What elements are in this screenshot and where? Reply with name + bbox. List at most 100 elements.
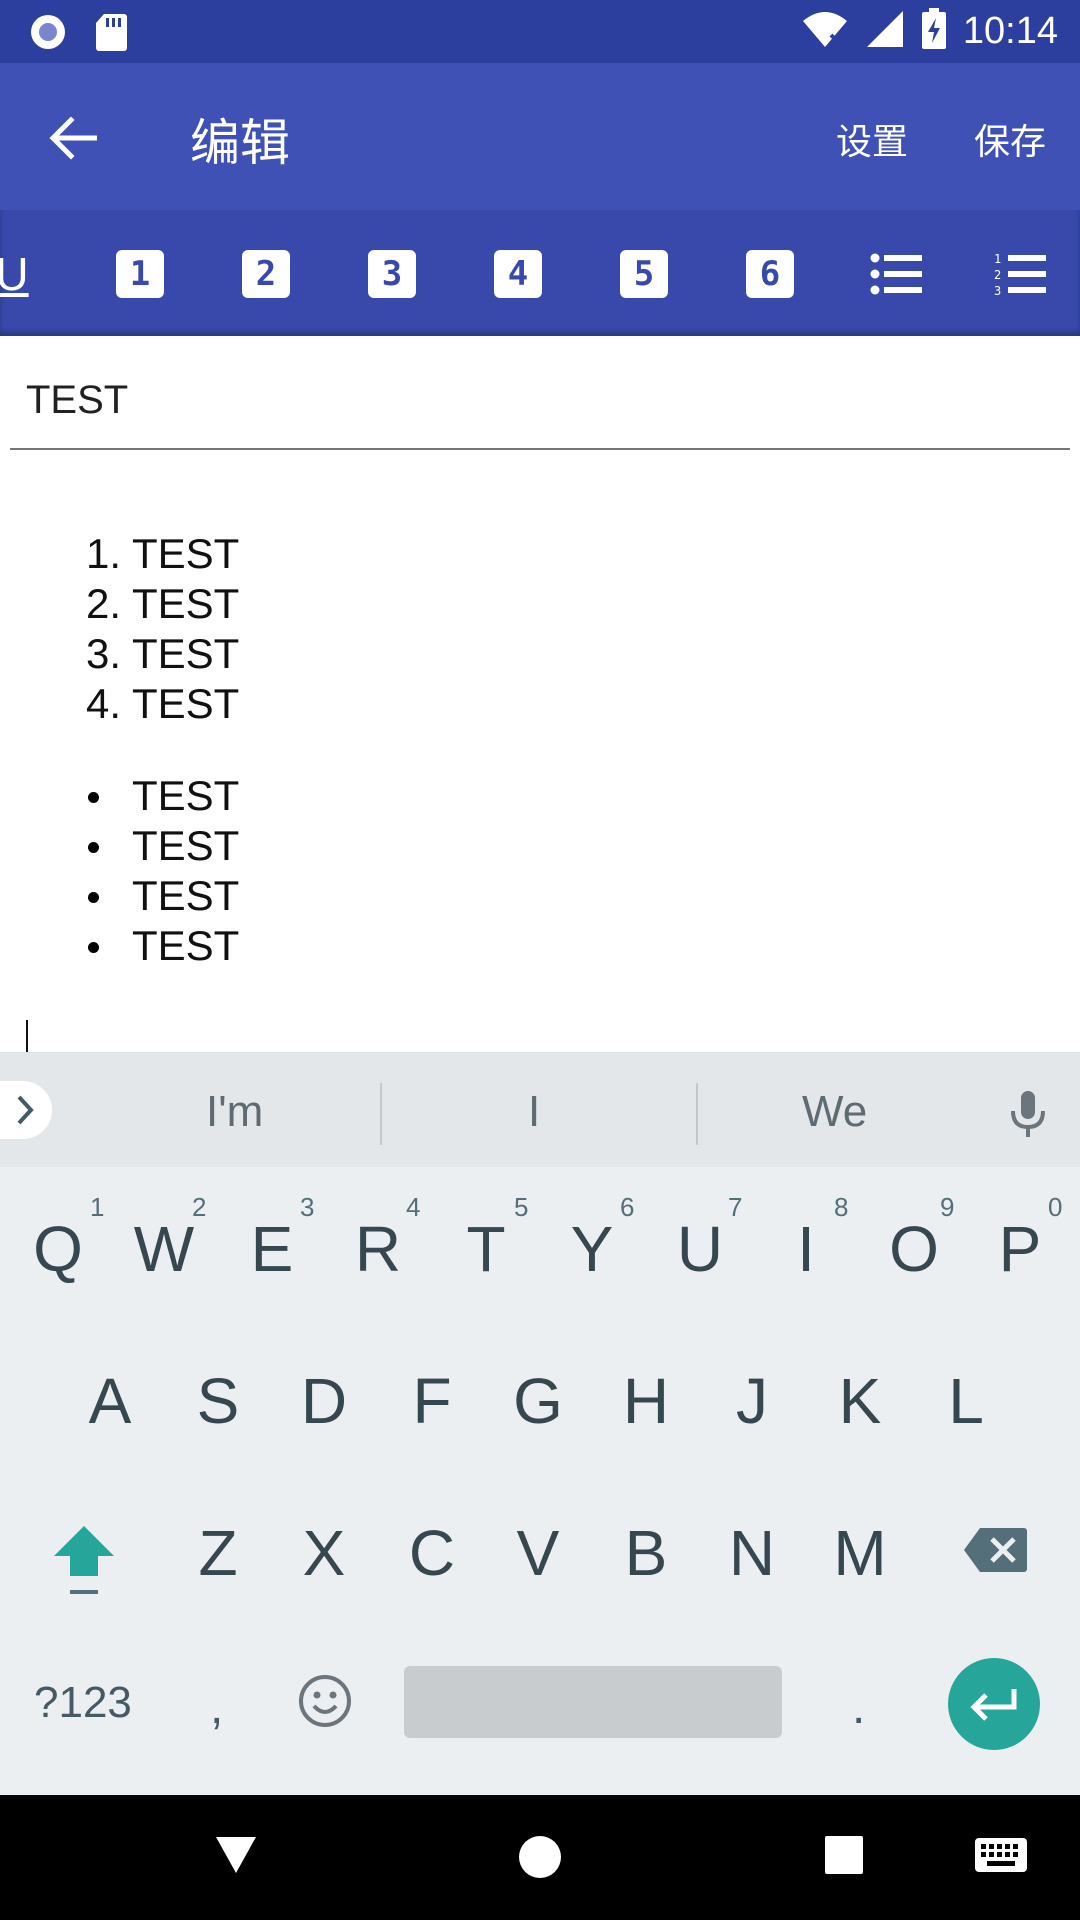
- suggestion-divider: [696, 1083, 698, 1145]
- list-number: 1.: [86, 530, 122, 577]
- title-input[interactable]: [26, 378, 926, 423]
- key-hint-0: 0: [1048, 1192, 1063, 1222]
- key-l[interactable]: L: [916, 1364, 1016, 1438]
- list-item-text: TEST: [132, 922, 240, 969]
- key-f[interactable]: F: [382, 1364, 482, 1438]
- bullet-icon: [88, 942, 99, 953]
- list-item-text: TEST: [132, 630, 240, 677]
- emoji-key[interactable]: [298, 1674, 352, 1732]
- navigation-bar: [0, 1795, 1080, 1920]
- wifi-icon: [801, 9, 849, 53]
- key-z[interactable]: Z: [168, 1516, 268, 1590]
- enter-key[interactable]: [948, 1658, 1040, 1750]
- key-hint-1: 1: [90, 1192, 105, 1222]
- bullet-list-icon: [870, 253, 922, 295]
- key-hint-9: 9: [940, 1192, 955, 1222]
- save-button[interactable]: 保存: [974, 113, 1046, 165]
- sd-card-icon: [94, 12, 128, 56]
- backspace-icon: [964, 1528, 1027, 1572]
- backspace-key[interactable]: [962, 1526, 1028, 1578]
- heading-4-icon: 4: [494, 250, 542, 298]
- suggestion-1[interactable]: I'm: [206, 1087, 263, 1137]
- list-item-text: TEST: [132, 530, 240, 577]
- suggestion-3[interactable]: We: [802, 1087, 867, 1137]
- key-w[interactable]: W: [114, 1212, 214, 1286]
- heading-6-button[interactable]: 6: [744, 248, 796, 300]
- key-hint-6: 6: [620, 1192, 635, 1222]
- numbered-list-button[interactable]: 1 2 3: [992, 248, 1048, 300]
- nav-back-button[interactable]: [214, 1835, 258, 1879]
- microphone-icon[interactable]: [1008, 1089, 1048, 1145]
- key-m[interactable]: M: [810, 1516, 910, 1590]
- key-hint-5: 5: [514, 1192, 529, 1222]
- list-item-text: TEST: [132, 872, 240, 919]
- shift-arrow-icon: [54, 1526, 114, 1594]
- emoji-icon: [299, 1675, 351, 1727]
- title-field[interactable]: [10, 360, 1070, 450]
- key-c[interactable]: C: [382, 1516, 482, 1590]
- key-j[interactable]: J: [702, 1364, 802, 1438]
- heading-2-icon: 2: [242, 250, 290, 298]
- period-key[interactable]: .: [852, 1680, 865, 1735]
- text-cursor: [26, 1020, 28, 1054]
- key-n[interactable]: N: [702, 1516, 802, 1590]
- heading-3-button[interactable]: 3: [366, 248, 418, 300]
- keyboard-icon: [975, 1838, 1027, 1872]
- heading-1-icon: 1: [116, 250, 164, 298]
- shift-key[interactable]: [52, 1524, 116, 1602]
- key-b[interactable]: B: [596, 1516, 696, 1590]
- enter-icon: [970, 1689, 1017, 1721]
- status-right-icons: 10:14: [801, 8, 1058, 54]
- radio-icon: [28, 12, 68, 56]
- symbols-key[interactable]: ?123: [34, 1678, 132, 1728]
- underline-button[interactable]: U: [0, 248, 38, 300]
- chevron-right-icon: [17, 1095, 34, 1125]
- status-left-icons: [28, 12, 128, 56]
- list-item-text: TEST: [132, 822, 240, 869]
- svg-text:3: 3: [994, 284, 1001, 296]
- triangle-back-icon: [216, 1837, 256, 1873]
- nav-home-button[interactable]: [518, 1835, 562, 1883]
- heading-1-button[interactable]: 1: [114, 248, 166, 300]
- key-e[interactable]: E: [222, 1212, 322, 1286]
- heading-4-button[interactable]: 4: [492, 248, 544, 300]
- bullet-icon: [88, 892, 99, 903]
- key-t[interactable]: T: [436, 1212, 536, 1286]
- key-x[interactable]: X: [274, 1516, 374, 1590]
- space-key[interactable]: [404, 1666, 782, 1738]
- key-a[interactable]: A: [60, 1364, 160, 1438]
- bullet-icon: [88, 792, 99, 803]
- key-r[interactable]: R: [328, 1212, 428, 1286]
- comma-key[interactable]: ,: [210, 1680, 223, 1735]
- key-d[interactable]: D: [274, 1364, 374, 1438]
- key-u[interactable]: U: [650, 1212, 750, 1286]
- svg-text:2: 2: [994, 268, 1001, 282]
- key-s[interactable]: S: [168, 1364, 268, 1438]
- back-button[interactable]: [38, 103, 108, 173]
- numbered-list-icon: 1 2 3: [994, 252, 1046, 296]
- heading-5-button[interactable]: 5: [618, 248, 670, 300]
- expand-suggestions-button[interactable]: [0, 1081, 52, 1139]
- key-o[interactable]: O: [864, 1212, 964, 1286]
- key-hint-3: 3: [300, 1192, 315, 1222]
- key-i[interactable]: I: [756, 1212, 856, 1286]
- key-q[interactable]: Q: [8, 1212, 108, 1286]
- list-number: 3.: [86, 630, 122, 677]
- key-p[interactable]: P: [970, 1212, 1070, 1286]
- list-item-text: TEST: [132, 772, 240, 819]
- key-y[interactable]: Y: [542, 1212, 642, 1286]
- page-title: 编辑: [190, 114, 290, 172]
- settings-button[interactable]: 设置: [836, 113, 908, 165]
- key-g[interactable]: G: [488, 1364, 588, 1438]
- nav-keyboard-switch-button[interactable]: [974, 1835, 1028, 1879]
- key-hint-7: 7: [728, 1192, 743, 1222]
- suggestion-2[interactable]: I: [528, 1087, 540, 1137]
- key-hint-2: 2: [192, 1192, 207, 1222]
- status-bar: 10:14: [0, 0, 1080, 63]
- key-v[interactable]: V: [488, 1516, 588, 1590]
- nav-recents-button[interactable]: [824, 1835, 864, 1879]
- key-h[interactable]: H: [596, 1364, 696, 1438]
- bullet-list-button[interactable]: [868, 248, 924, 300]
- key-k[interactable]: K: [810, 1364, 910, 1438]
- heading-2-button[interactable]: 2: [240, 248, 292, 300]
